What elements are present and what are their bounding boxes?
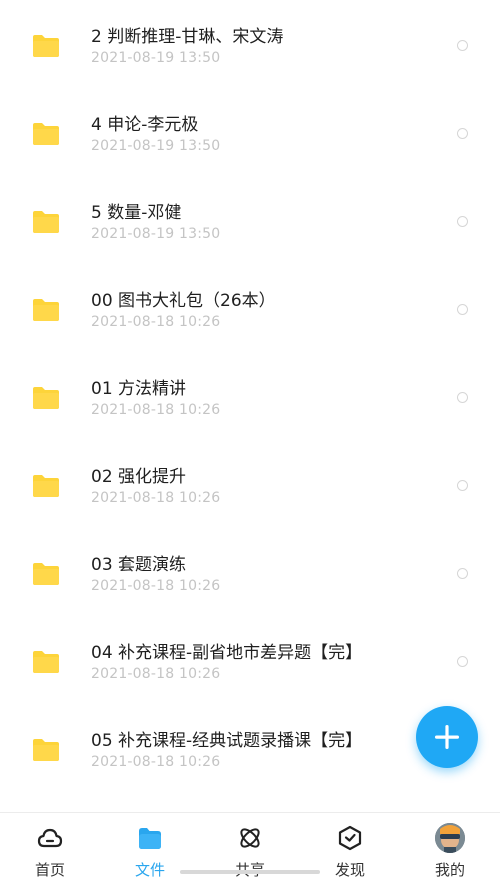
tab-home[interactable]: 首页 (0, 813, 100, 883)
folder-name: 00 图书大礼包（26本） (91, 291, 276, 311)
folder-icon (33, 123, 59, 145)
list-item[interactable]: 2 判断推理-甘琳、宋文涛 2021-08-19 13:50 (0, 0, 500, 88)
folder-date: 2021-08-19 13:50 (91, 226, 221, 242)
folder-date: 2021-08-18 10:26 (91, 314, 221, 330)
select-radio[interactable] (457, 128, 468, 139)
select-radio[interactable] (457, 568, 468, 579)
folder-date: 2021-08-18 10:26 (91, 402, 221, 418)
share-atom-icon (240, 828, 260, 848)
add-button[interactable] (416, 706, 478, 768)
select-radio[interactable] (457, 392, 468, 403)
tab-label: 我的 (434, 861, 465, 879)
list-item[interactable]: 5 数量-邓健 2021-08-19 13:50 (0, 176, 500, 264)
folder-name: 2 判断推理-甘琳、宋文涛 (91, 27, 284, 47)
folder-date: 2021-08-19 13:50 (91, 138, 221, 154)
folder-icon (33, 651, 59, 673)
plus-icon (435, 725, 459, 749)
folder-icon (33, 475, 59, 497)
list-item[interactable]: 02 强化提升 2021-08-18 10:26 (0, 440, 500, 528)
folder-date: 2021-08-19 13:50 (91, 50, 221, 66)
folder-icon (33, 387, 59, 409)
folder-name: 4 申论-李元极 (91, 115, 199, 135)
folder-icon (33, 739, 59, 761)
folder-date: 2021-08-18 10:26 (91, 754, 221, 770)
folder-icon (33, 35, 59, 57)
select-radio[interactable] (457, 40, 468, 51)
select-radio[interactable] (457, 304, 468, 315)
cloud-icon (37, 828, 63, 848)
folder-name: 5 数量-邓健 (91, 203, 182, 223)
folder-date: 2021-08-18 10:26 (91, 578, 221, 594)
folder-icon (139, 828, 161, 849)
discover-box-icon (338, 825, 362, 851)
tab-profile[interactable]: 我的 (400, 813, 500, 883)
list-item[interactable]: 00 图书大礼包（26本） 2021-08-18 10:26 (0, 264, 500, 352)
select-radio[interactable] (457, 656, 468, 667)
folder-icon (33, 299, 59, 321)
folder-icon (33, 563, 59, 585)
folder-date: 2021-08-18 10:26 (91, 490, 221, 506)
select-radio[interactable] (457, 480, 468, 491)
select-radio[interactable] (457, 216, 468, 227)
list-item[interactable]: 04 补充课程-副省地市差异题【完】 2021-08-18 10:26 (0, 616, 500, 704)
list-item[interactable]: 4 申论-李元极 2021-08-19 13:50 (0, 88, 500, 176)
folder-name: 03 套题演练 (91, 555, 187, 575)
folder-name: 05 补充课程-经典试题录播课【完】 (91, 731, 363, 751)
folder-name: 02 强化提升 (91, 467, 187, 487)
list-item[interactable]: 01 方法精讲 2021-08-18 10:26 (0, 352, 500, 440)
avatar (435, 823, 465, 853)
folder-icon (33, 211, 59, 233)
home-indicator (180, 870, 320, 874)
folder-date: 2021-08-18 10:26 (91, 666, 221, 682)
folder-name: 04 补充课程-副省地市差异题【完】 (91, 643, 363, 663)
folder-name: 01 方法精讲 (91, 379, 187, 399)
tab-label: 首页 (34, 861, 65, 879)
list-item[interactable]: 03 套题演练 2021-08-18 10:26 (0, 528, 500, 616)
